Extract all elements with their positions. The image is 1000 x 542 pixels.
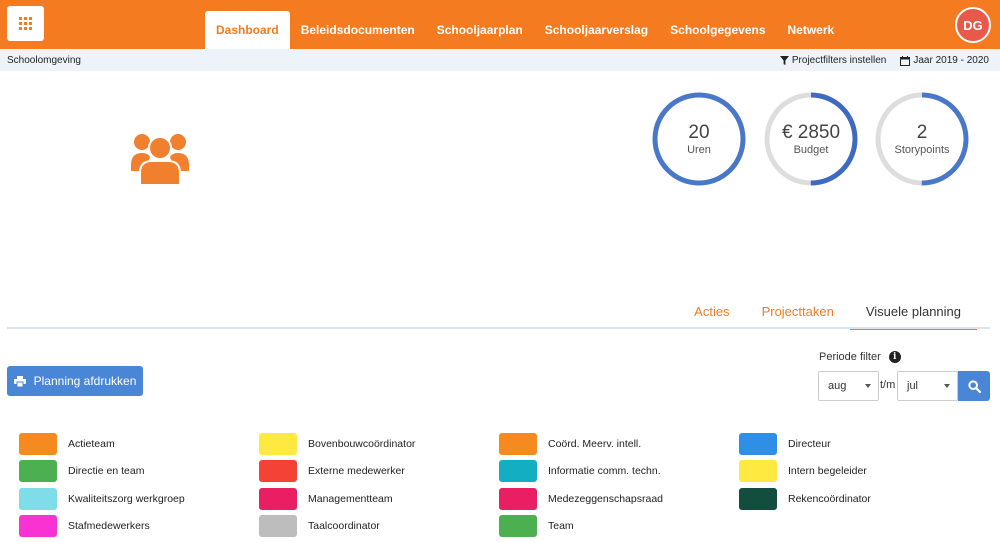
nav-netwerk[interactable]: Netwerk bbox=[777, 11, 846, 49]
info-icon[interactable]: i bbox=[888, 351, 901, 363]
tab-acties[interactable]: Acties bbox=[678, 295, 745, 327]
legend-label: Managementteam bbox=[308, 492, 393, 505]
legend-swatch bbox=[19, 515, 57, 538]
main-nav: Dashboard Beleidsdocumenten Schooljaarpl… bbox=[205, 11, 845, 49]
storypoints-label: Storypoints bbox=[894, 143, 950, 156]
legend-item: Externe medewerker bbox=[259, 458, 499, 486]
project-filters-label: Projectfilters instellen bbox=[791, 55, 887, 66]
uren-label: Uren bbox=[687, 143, 711, 156]
period-from-select[interactable]: aug bbox=[818, 371, 879, 401]
tab-visuele-planning[interactable]: Visuele planning bbox=[849, 295, 977, 330]
legend-label: Externe medewerker bbox=[308, 465, 405, 478]
search-icon bbox=[967, 379, 981, 393]
storypoints-gauge: 2 Storypoints bbox=[874, 91, 970, 187]
legend-label: Directeur bbox=[788, 437, 831, 450]
context-label: Schoolomgeving bbox=[7, 55, 81, 66]
legend-item: Intern begeleider bbox=[739, 458, 979, 486]
uren-gauge: 20 Uren bbox=[651, 91, 747, 187]
caret-down-icon bbox=[944, 384, 950, 388]
legend-item: Coörd. Meerv. intell. bbox=[499, 430, 739, 458]
uren-value: 20 bbox=[688, 121, 710, 143]
app-menu-button[interactable] bbox=[7, 6, 44, 41]
legend-swatch bbox=[499, 460, 537, 483]
period-from-value: aug bbox=[828, 380, 847, 392]
caret-down-icon bbox=[865, 384, 871, 388]
legend-swatch bbox=[259, 460, 297, 483]
print-planning-button[interactable]: Planning afdrukken bbox=[7, 366, 143, 396]
legend-swatch bbox=[19, 432, 57, 455]
printer-icon bbox=[13, 375, 26, 387]
period-separator: t/m bbox=[880, 379, 896, 391]
legend-label: Team bbox=[548, 520, 574, 533]
legend-swatch bbox=[739, 432, 777, 455]
period-to-select[interactable]: jul bbox=[897, 371, 958, 401]
nav-schoolgegevens[interactable]: Schoolgegevens bbox=[659, 11, 776, 49]
legend-label: Directie en team bbox=[68, 465, 145, 478]
grid-icon bbox=[19, 17, 32, 30]
legend-item: Actieteam bbox=[19, 430, 259, 458]
legend-swatch bbox=[259, 487, 297, 510]
legend-item: Team bbox=[499, 513, 739, 541]
tab-divider bbox=[7, 327, 990, 329]
legend-label: Medezeggenschapsraad bbox=[548, 492, 663, 505]
period-search-button[interactable] bbox=[958, 371, 990, 401]
legend-item: Stafmedewerkers bbox=[19, 513, 259, 541]
year-selector[interactable]: Jaar 2019 - 2020 bbox=[900, 55, 989, 66]
legend-swatch bbox=[739, 487, 777, 510]
context-bar: Schoolomgeving Projectfilters instellen … bbox=[0, 49, 1000, 71]
nav-beleidsdocumenten[interactable]: Beleidsdocumenten bbox=[290, 11, 426, 49]
legend-swatch bbox=[739, 460, 777, 483]
legend-swatch bbox=[259, 432, 297, 455]
filter-icon bbox=[779, 56, 789, 65]
legend-swatch bbox=[499, 432, 537, 455]
tab-projecttaken[interactable]: Projecttaken bbox=[746, 295, 850, 327]
nav-dashboard[interactable]: Dashboard bbox=[205, 11, 290, 49]
legend-swatch bbox=[499, 487, 537, 510]
budget-value: € 2850 bbox=[781, 121, 841, 143]
legend-item: Bovenbouwcoördinator bbox=[259, 430, 499, 458]
budget-gauge: € 2850 Budget bbox=[763, 91, 859, 187]
legend-item: Kwaliteitszorg werkgroep bbox=[19, 485, 259, 513]
nav-schooljaarverslag[interactable]: Schooljaarverslag bbox=[534, 11, 659, 49]
period-filter-label: Periode filter i bbox=[819, 351, 901, 363]
budget-label: Budget bbox=[793, 143, 829, 156]
legend-swatch bbox=[499, 515, 537, 538]
legend-item: Directeur bbox=[739, 430, 979, 458]
legend-swatch bbox=[19, 487, 57, 510]
role-legend: Actieteam Bovenbouwcoördinator Coörd. Meer… bbox=[19, 430, 979, 540]
period-to-value: jul bbox=[907, 380, 919, 392]
period-filter-text: Periode filter bbox=[819, 351, 881, 363]
legend-swatch bbox=[19, 460, 57, 483]
legend-label: Informatie comm. techn. bbox=[548, 465, 661, 478]
user-avatar[interactable]: DG bbox=[955, 7, 991, 43]
legend-label: Kwaliteitszorg werkgroep bbox=[68, 492, 185, 505]
legend-label: Intern begeleider bbox=[788, 465, 867, 478]
legend-item: Rekencoördinator bbox=[739, 485, 979, 513]
legend-swatch bbox=[259, 515, 297, 538]
legend-item: Informatie comm. techn. bbox=[499, 458, 739, 486]
print-planning-label: Planning afdrukken bbox=[33, 374, 137, 388]
legend-item: Medezeggenschapsraad bbox=[499, 485, 739, 513]
calendar-icon bbox=[900, 55, 911, 66]
legend-label: Bovenbouwcoördinator bbox=[308, 437, 416, 450]
legend-item: Managementteam bbox=[259, 485, 499, 513]
legend-item: Directie en team bbox=[19, 458, 259, 486]
nav-schooljaarplan[interactable]: Schooljaarplan bbox=[426, 11, 534, 49]
legend-label: Actieteam bbox=[68, 437, 115, 450]
group-icon bbox=[131, 134, 189, 185]
storypoints-value: 2 bbox=[916, 121, 928, 143]
view-tabs: Acties Projecttaken Visuele planning bbox=[678, 295, 977, 330]
top-navbar: Dashboard Beleidsdocumenten Schooljaarpl… bbox=[0, 0, 1000, 49]
legend-label: Coörd. Meerv. intell. bbox=[548, 437, 642, 450]
legend-label: Taalcoordinator bbox=[308, 520, 380, 533]
project-filters-link[interactable]: Projectfilters instellen bbox=[779, 55, 887, 66]
year-label: Jaar 2019 - 2020 bbox=[913, 55, 989, 66]
legend-item: Taalcoordinator bbox=[259, 513, 499, 541]
legend-label: Rekencoördinator bbox=[788, 492, 871, 505]
legend-label: Stafmedewerkers bbox=[68, 520, 150, 533]
